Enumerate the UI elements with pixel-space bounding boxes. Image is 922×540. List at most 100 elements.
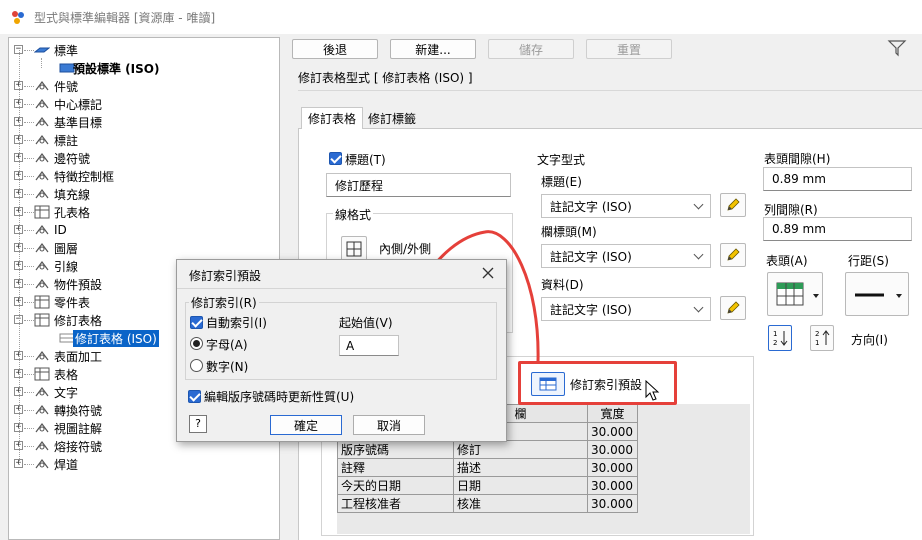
sort-down-icon: 12: [773, 330, 788, 347]
divider: [298, 90, 922, 91]
tree-item[interactable]: + 基準目標: [9, 113, 279, 131]
chevron-down-icon: [693, 302, 704, 313]
window-title: 型式與標準編輯器 [資源庫 - 唯讀]: [34, 10, 216, 25]
table-cell: 日期: [453, 476, 588, 495]
tree-connector: [24, 374, 34, 375]
tree-item-label: 文字: [54, 385, 79, 400]
close-icon[interactable]: [480, 265, 496, 281]
ok-button[interactable]: 確定: [270, 415, 342, 435]
hole-table-icon: [34, 205, 50, 219]
line-format-label: 線格式: [333, 206, 374, 223]
update-props-checkbox[interactable]: [188, 390, 201, 403]
edge-symbol-icon: [34, 151, 50, 165]
tree-item[interactable]: + 標註: [9, 131, 279, 149]
taper-symbol-icon: [34, 403, 50, 417]
row-gap-input[interactable]: 0.89 mm: [763, 217, 912, 241]
table-cell: 描述: [453, 458, 588, 477]
tree-item-label: 填充線: [54, 187, 91, 202]
tree-connector: [24, 158, 34, 159]
tree-item-label: 圖層: [54, 241, 79, 256]
table-row[interactable]: 今天的日期 日期 30.000: [337, 476, 638, 495]
hatch-icon: [34, 187, 50, 201]
header-position-button[interactable]: [767, 272, 823, 316]
edit-column-header-text-button[interactable]: [720, 243, 746, 267]
help-icon[interactable]: ?: [189, 415, 207, 433]
header-text-dropdown[interactable]: 註記文字 (ISO): [541, 194, 711, 218]
tree-item[interactable]: + 圖層: [9, 239, 279, 257]
save-button[interactable]: 儲存: [488, 39, 574, 59]
tree-item-label: 預設標準 (ISO): [73, 61, 160, 76]
tree-item[interactable]: + 孔表格: [9, 203, 279, 221]
edit-data-text-button[interactable]: [720, 296, 746, 320]
header-gap-input[interactable]: 0.89 mm: [763, 167, 912, 191]
chevron-down-icon: [693, 249, 704, 260]
table-cell: 30.000: [587, 422, 638, 441]
tree-item[interactable]: + 填充線: [9, 185, 279, 203]
update-props-label: 編輯版序號碼時更新性質(U): [204, 390, 355, 404]
tree-item[interactable]: + 焊道: [9, 455, 279, 473]
start-value-input[interactable]: A: [339, 335, 399, 356]
header-gap-label: 表頭間隙(H): [764, 152, 831, 166]
tree-connector: [24, 194, 34, 195]
edit-header-text-button[interactable]: [720, 193, 746, 217]
tree-item[interactable]: + 特徵控制框: [9, 167, 279, 185]
weld-bead-icon: [34, 457, 50, 471]
tree-item[interactable]: + 邊符號: [9, 149, 279, 167]
tree-item-label: ID: [54, 223, 67, 237]
title-input[interactable]: 修訂歷程: [326, 173, 511, 197]
header-text-label: 標題(E): [541, 175, 582, 189]
direction-down-button[interactable]: 12: [768, 325, 792, 351]
tree-connector: [24, 212, 34, 213]
number-label: 數字(N): [206, 360, 249, 374]
id-icon: [34, 223, 50, 237]
letter-radio[interactable]: [190, 337, 203, 350]
number-radio[interactable]: [190, 359, 203, 372]
column-header-text-dropdown[interactable]: 註記文字 (ISO): [541, 244, 711, 268]
tree-item-label: 基準目標: [54, 115, 103, 130]
table-row[interactable]: 註釋 描述 30.000: [337, 458, 638, 477]
letter-label: 字母(A): [206, 338, 248, 352]
table-cell: 版序號碼: [337, 440, 454, 459]
tree-item-label: 焊道: [54, 457, 79, 472]
new-button[interactable]: 新建...: [390, 39, 476, 59]
svg-text:2: 2: [773, 339, 777, 347]
table-cell: 註釋: [337, 458, 454, 477]
line-spacing-button[interactable]: [845, 272, 909, 316]
title-checkbox[interactable]: [329, 152, 342, 165]
reset-button[interactable]: 重置: [586, 39, 672, 59]
tree-connector: [41, 58, 42, 68]
filter-icon[interactable]: [887, 39, 907, 57]
back-button[interactable]: 後退: [292, 39, 378, 59]
tree-item-label: 標註: [54, 133, 79, 148]
tree-connector: [24, 122, 34, 123]
data-text-dropdown[interactable]: 註記文字 (ISO): [541, 297, 711, 321]
tree-item[interactable]: + 件號: [9, 77, 279, 95]
tree-item-standard[interactable]: − 標準: [9, 41, 279, 59]
revision-index-dialog: 修訂索引預設 修訂索引(R) 自動索引(I) 起始值(V) A 字母(A) 數字…: [176, 259, 507, 442]
tree-item-label: 孔表格: [54, 205, 91, 220]
tree-item[interactable]: + ID: [9, 221, 279, 239]
tree-item-default-standard[interactable]: 預設標準 (ISO): [9, 59, 279, 77]
table-row[interactable]: 版序號碼 修訂 30.000: [337, 440, 638, 459]
cancel-button[interactable]: 取消: [353, 415, 425, 435]
table-header-width[interactable]: 寬度: [587, 404, 638, 423]
title-checkbox-label: 標題(T): [345, 153, 386, 167]
tree-item-label: 修訂表格: [54, 313, 103, 328]
data-text-value: 註記文字 (ISO): [550, 302, 632, 317]
table-cell: 30.000: [587, 440, 638, 459]
svg-text:2: 2: [815, 330, 819, 338]
view-annotation-icon: [34, 421, 50, 435]
tree-connector: [24, 320, 34, 321]
auto-index-checkbox[interactable]: [190, 316, 203, 329]
tab-revision-table[interactable]: 修訂表格: [301, 107, 363, 129]
direction-up-button[interactable]: 21: [810, 325, 834, 351]
tree-item-label: 邊符號: [54, 151, 91, 166]
chevron-down-icon: [693, 199, 704, 210]
tree-item[interactable]: + 中心標記: [9, 95, 279, 113]
tab-revision-tag[interactable]: 修訂標籤: [364, 107, 420, 129]
table-row[interactable]: 工程核准者 核准 30.000: [337, 494, 638, 513]
tree-connector: [24, 392, 34, 393]
feature-control-frame-icon: [34, 169, 50, 183]
tree-item-label: 標準: [54, 43, 79, 58]
svg-text:1: 1: [815, 339, 819, 347]
